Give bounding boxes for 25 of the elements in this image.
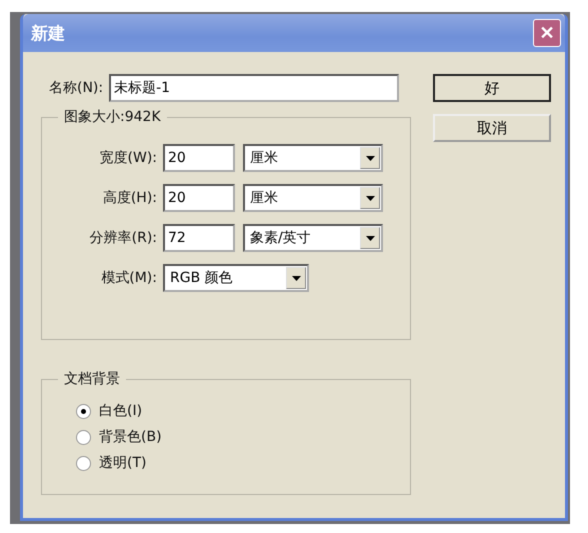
unit-dropdown[interactable]: 象素/英寸	[243, 224, 383, 252]
field-label: 宽度(W):	[98, 149, 158, 167]
radio-button[interactable]	[76, 456, 91, 470]
radio-label[interactable]: 背景色(B)	[99, 428, 162, 446]
radio-button[interactable]	[76, 404, 91, 418]
field-label: 高度(H):	[102, 189, 158, 207]
dialog-button[interactable]: 取消	[433, 114, 551, 142]
field-label: 分辨率(R):	[88, 229, 158, 247]
value-field[interactable]: 20	[163, 184, 235, 212]
name-field[interactable]: 未标题-1	[109, 74, 400, 102]
radio-label[interactable]: 白色(I)	[99, 402, 142, 420]
window-title: 新建	[31, 22, 65, 44]
value-field[interactable]: 72	[163, 224, 235, 252]
radio-label[interactable]: 透明(T)	[99, 454, 146, 472]
unit-dropdown[interactable]: 厘米	[243, 144, 383, 172]
group-title: 文档背景	[63, 370, 121, 388]
group-title: 图象大小:942K	[63, 108, 162, 126]
unit-dropdown[interactable]: 厘米	[243, 184, 383, 212]
name-label: 名称(N):	[49, 79, 104, 97]
field-label: 模式(M):	[100, 269, 158, 287]
radio-button[interactable]	[76, 430, 91, 444]
mode-dropdown[interactable]: RGB 颜色	[163, 264, 309, 292]
value-field[interactable]: 20	[163, 144, 235, 172]
dialog-button[interactable]: 好	[433, 74, 551, 102]
close-button[interactable]: ✕	[533, 19, 561, 47]
